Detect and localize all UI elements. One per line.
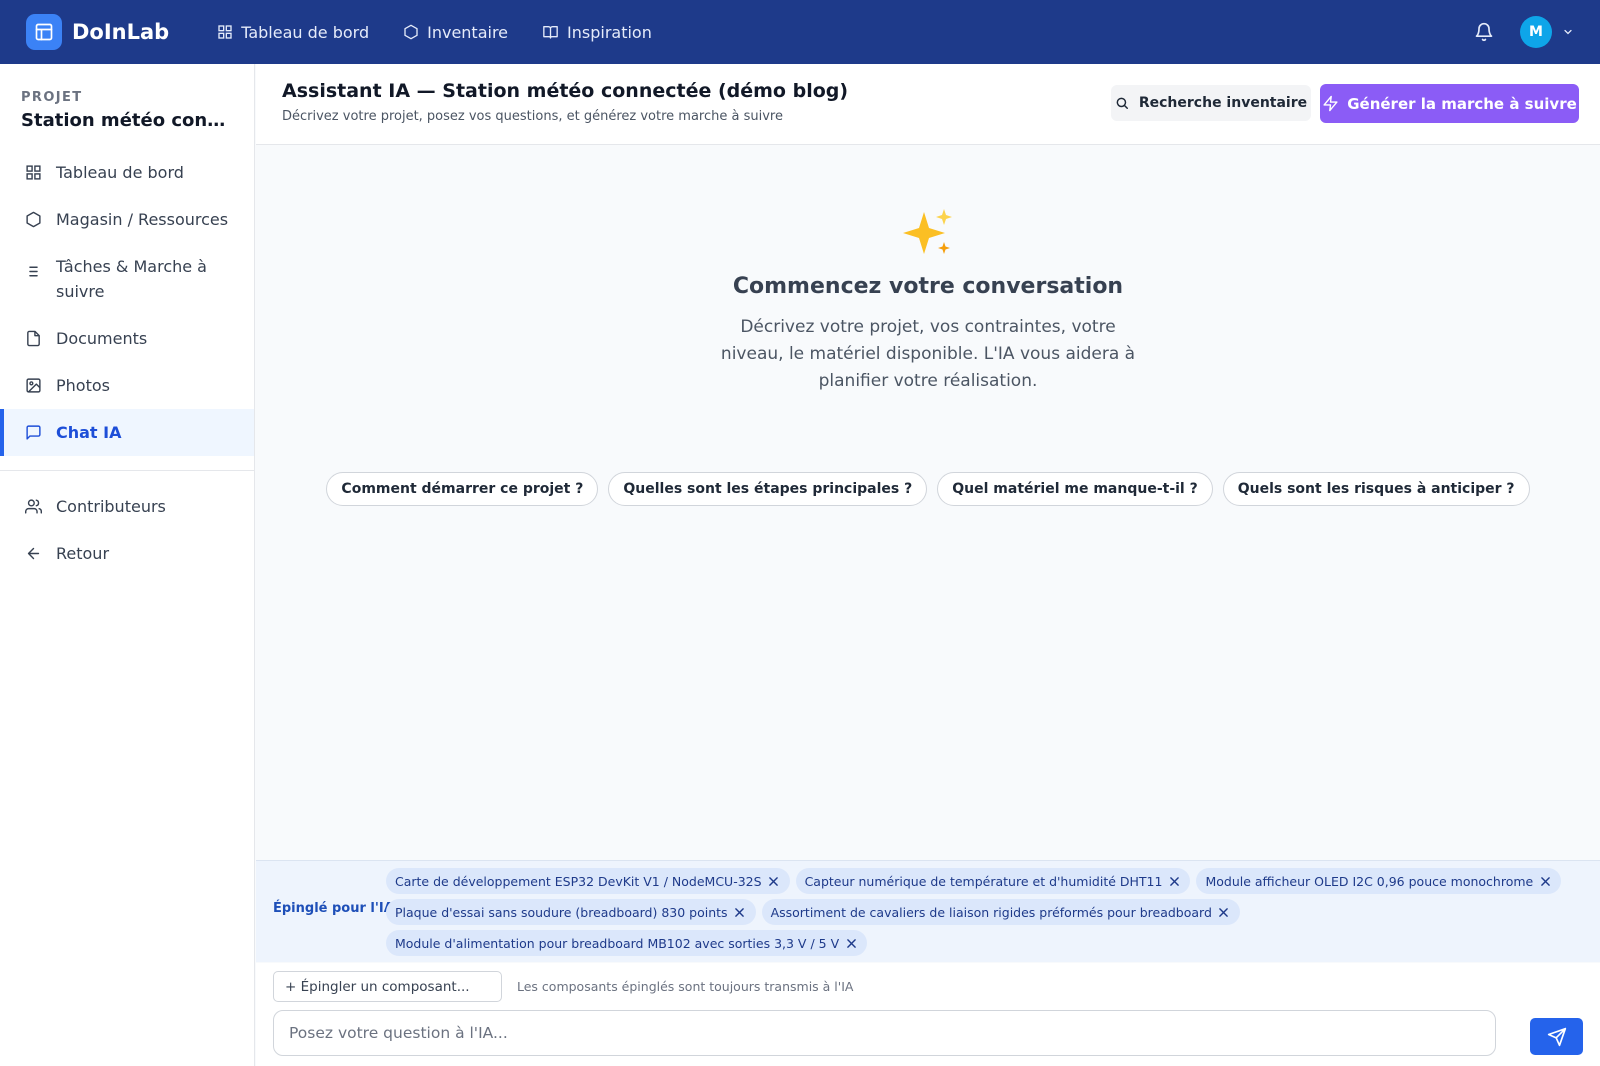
chat-composer: + Épingler un composant... Les composant…	[256, 963, 1600, 1066]
send-icon	[1547, 1027, 1567, 1047]
generate-steps-button[interactable]: Générer la marche à suivre	[1320, 84, 1579, 123]
topnav-dashboard[interactable]: Tableau de bord	[217, 23, 369, 42]
project-name: Station météo connectée (démo blog)	[21, 110, 235, 131]
chevron-down-icon	[1562, 26, 1574, 38]
box-icon	[25, 211, 42, 228]
topnav-inventory[interactable]: Inventaire	[403, 23, 508, 42]
close-icon[interactable]	[843, 935, 859, 951]
pinned-chip-label: Module afficheur OLED I2C 0,96 pouce mon…	[1205, 873, 1534, 889]
topnav-label: Inspiration	[567, 22, 652, 42]
sidebar: PROJET Station météo connectée (démo blo…	[0, 64, 255, 1066]
pinned-chip: Module afficheur OLED I2C 0,96 pouce mon…	[1196, 868, 1562, 894]
send-button[interactable]	[1530, 1018, 1583, 1055]
search-icon	[1115, 96, 1129, 110]
empty-state-title: Commencez votre conversation	[732, 274, 1124, 299]
users-icon	[25, 498, 42, 515]
pinned-chip-label: Capteur numérique de température et d'hu…	[804, 873, 1163, 889]
book-icon	[542, 24, 559, 40]
chat-input[interactable]	[273, 1010, 1496, 1056]
pinned-chip-label: Module d'alimentation pour breadboard MB…	[395, 935, 840, 951]
arrow-left-icon	[25, 545, 42, 562]
sidebar-divider	[0, 470, 254, 471]
suggestion-chip[interactable]: Quelles sont les étapes principales ?	[608, 472, 928, 506]
close-icon[interactable]	[1537, 873, 1553, 889]
sidebar-item-chat[interactable]: Chat IA	[0, 409, 254, 456]
pin-component-button[interactable]: + Épingler un composant...	[273, 971, 502, 1002]
page-subtitle: Décrivez votre projet, posez vos questio…	[282, 109, 783, 124]
suggestion-chips: Comment démarrer ce projet ? Quelles son…	[256, 472, 1600, 506]
list-icon	[25, 263, 42, 280]
sidebar-item-photos[interactable]: Photos	[0, 362, 254, 409]
avatar: M	[1520, 16, 1552, 48]
topnav-inspiration[interactable]: Inspiration	[542, 23, 652, 42]
button-label: Recherche inventaire	[1138, 95, 1308, 111]
pinned-chip: Module d'alimentation pour breadboard MB…	[386, 930, 868, 956]
sparkles-icon	[900, 206, 956, 262]
user-menu[interactable]: M	[1520, 16, 1574, 48]
topnav-label: Tableau de bord	[241, 22, 370, 42]
top-right-actions: M	[1474, 16, 1574, 48]
page-title: Assistant IA — Station météo connectée (…	[282, 80, 849, 102]
logo-icon	[26, 14, 62, 50]
button-label: Générer la marche à suivre	[1347, 94, 1577, 113]
close-icon[interactable]	[732, 904, 748, 920]
sidebar-item-label: Tâches & Marche à suivre	[56, 257, 207, 301]
document-icon	[25, 330, 42, 347]
top-nav: Tableau de bord Inventaire Inspiration	[217, 23, 652, 42]
grid-icon	[25, 164, 42, 181]
chat-icon	[25, 424, 42, 441]
sidebar-item-resources[interactable]: Magasin / Ressources	[0, 196, 254, 243]
close-icon[interactable]	[1216, 904, 1232, 920]
sidebar-item-label: Magasin / Ressources	[56, 210, 229, 229]
pinned-chip: Carte de développement ESP32 DevKit V1 /…	[386, 868, 790, 894]
page-header: Assistant IA — Station météo connectée (…	[256, 64, 1600, 145]
sidebar-item-contributors[interactable]: Contributeurs	[0, 483, 254, 530]
pinned-chip-label: Assortiment de cavaliers de liaison rigi…	[770, 904, 1212, 920]
sidebar-item-documents[interactable]: Documents	[0, 315, 254, 362]
image-icon	[25, 377, 42, 394]
lightning-icon	[1322, 95, 1339, 112]
suggestion-chip[interactable]: Comment démarrer ce projet ?	[326, 472, 599, 506]
sidebar-item-label: Retour	[56, 544, 110, 563]
top-navbar: DoInLab Tableau de bord Inventaire Inspi…	[0, 0, 1600, 64]
sidebar-item-back[interactable]: Retour	[0, 530, 254, 577]
app-logo[interactable]: DoInLab	[26, 14, 169, 50]
sidebar-item-label: Contributeurs	[56, 497, 166, 516]
pinned-chip-label: Carte de développement ESP32 DevKit V1 /…	[395, 873, 762, 889]
sidebar-item-label: Documents	[56, 329, 148, 348]
pinned-chip-label: Plaque d'essai sans soudure (breadboard)…	[395, 904, 728, 920]
sidebar-item-label: Chat IA	[56, 423, 122, 442]
close-icon[interactable]	[1166, 873, 1182, 889]
pinned-components-bar: Épinglé pour l'IA : Carte de développeme…	[256, 860, 1600, 962]
project-label: PROJET	[21, 90, 83, 105]
app-name: DoInLab	[72, 20, 170, 44]
pinned-label: Épinglé pour l'IA :	[273, 901, 404, 916]
grid-icon	[217, 24, 233, 40]
bell-icon[interactable]	[1474, 22, 1494, 42]
topnav-label: Inventaire	[427, 22, 509, 42]
empty-state-description: Décrivez votre projet, vos contraintes, …	[720, 317, 1136, 391]
pin-hint: Les composants épinglés sont toujours tr…	[517, 979, 854, 994]
inventory-search-button[interactable]: Recherche inventaire	[1111, 85, 1311, 121]
pinned-chip: Plaque d'essai sans soudure (breadboard)…	[386, 899, 756, 925]
pinned-chip: Capteur numérique de température et d'hu…	[795, 868, 1191, 894]
sidebar-item-dashboard[interactable]: Tableau de bord	[0, 149, 254, 196]
pinned-chip: Assortiment de cavaliers de liaison rigi…	[761, 899, 1240, 925]
close-icon[interactable]	[766, 873, 782, 889]
box-icon	[403, 24, 419, 40]
sidebar-item-tasks[interactable]: Tâches & Marche à suivre	[0, 243, 254, 315]
sidebar-item-label: Tableau de bord	[56, 163, 184, 182]
pinned-list: Carte de développement ESP32 DevKit V1 /…	[386, 868, 1562, 961]
sidebar-nav: Tableau de bord Magasin / Ressources Tâc…	[0, 149, 254, 577]
suggestion-chip[interactable]: Quel matériel me manque-t-il ?	[937, 472, 1213, 506]
sidebar-item-label: Photos	[56, 376, 110, 395]
suggestion-chip[interactable]: Quels sont les risques à anticiper ?	[1222, 472, 1530, 506]
